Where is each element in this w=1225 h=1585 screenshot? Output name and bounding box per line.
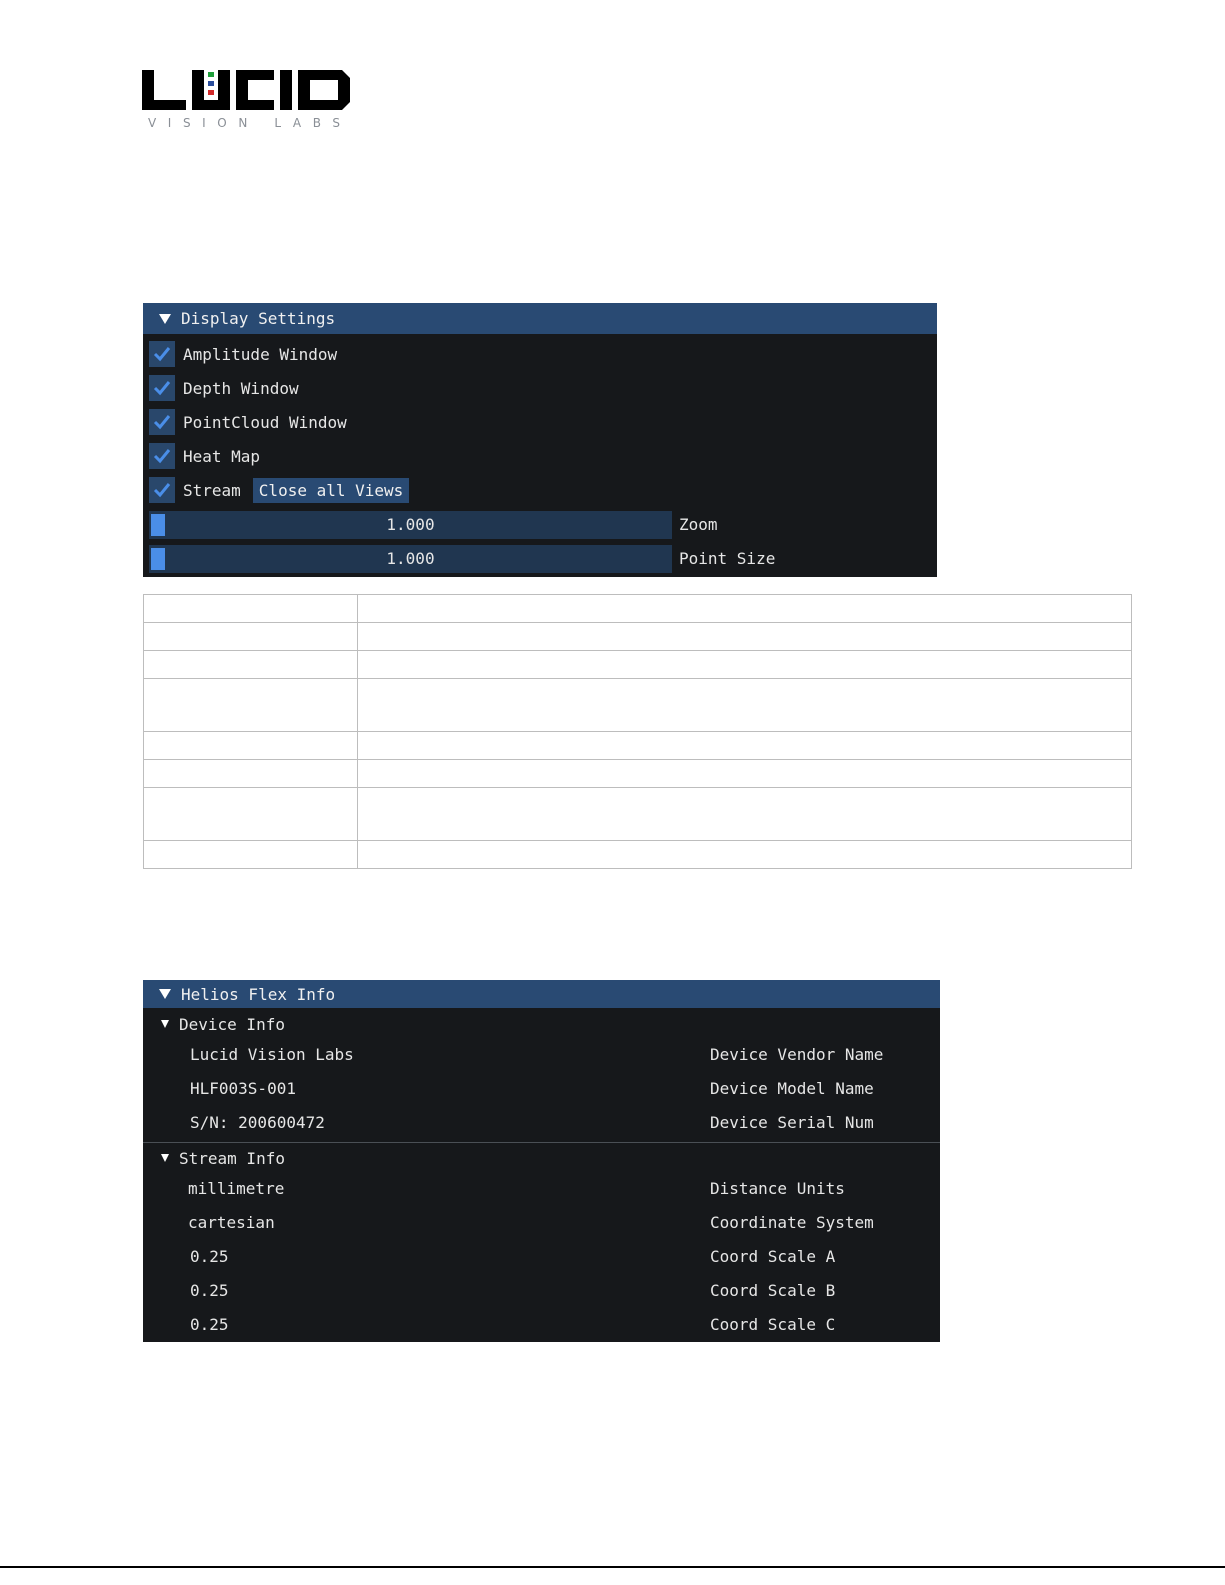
- table-cell-value: [357, 650, 1132, 679]
- amplitude-window-checkbox[interactable]: [149, 341, 175, 367]
- stream-info-title: Stream Info: [179, 1148, 285, 1168]
- table-cell-value: [357, 678, 1132, 732]
- table-cell-value: [357, 594, 1132, 623]
- point-size-slider[interactable]: 1.000: [149, 545, 672, 573]
- checkmark-icon: [153, 449, 171, 464]
- table-cell-key: [143, 840, 358, 869]
- heat-map-checkbox[interactable]: [149, 443, 175, 469]
- table-row: [143, 678, 1132, 732]
- coord-scale-b-value: 0.25: [190, 1280, 229, 1300]
- lucid-logo-mark: [142, 70, 350, 110]
- distance-units-value: millimetre: [188, 1178, 285, 1198]
- point-size-value: 1.000: [386, 549, 435, 568]
- table-row: [143, 759, 1132, 788]
- helios-flex-info-header[interactable]: Helios Flex Info: [143, 980, 940, 1008]
- table-cell-value: [357, 840, 1132, 869]
- coordinate-system-value: cartesian: [188, 1212, 275, 1232]
- info-row: 0.25 Coord Scale B: [143, 1273, 940, 1307]
- table-row: [143, 731, 1132, 760]
- stream-checkbox[interactable]: [149, 477, 175, 503]
- checkbox-label: Heat Map: [183, 446, 261, 466]
- collapse-triangle-icon: [159, 989, 171, 999]
- description-table: [143, 594, 1132, 869]
- table-cell-value: [357, 787, 1132, 841]
- zoom-label: Zoom: [679, 515, 718, 534]
- checkbox-label: PointCloud Window: [183, 412, 347, 432]
- depth-window-checkbox-row[interactable]: Depth Window: [143, 371, 937, 405]
- table-cell-key: [143, 594, 358, 623]
- pointcloud-window-checkbox[interactable]: [149, 409, 175, 435]
- close-all-views-button[interactable]: Close all Views: [252, 477, 410, 503]
- table-cell-key: [143, 678, 358, 732]
- table-cell-key: [143, 731, 358, 760]
- checkmark-icon: [153, 347, 171, 362]
- checkbox-label: Stream: [183, 480, 241, 500]
- coord-scale-c-value: 0.25: [190, 1314, 229, 1334]
- display-settings-panel: Display Settings Amplitude Window Depth …: [143, 303, 937, 577]
- table-row: [143, 787, 1132, 841]
- coord-scale-c-label: Coord Scale C: [710, 1314, 836, 1334]
- helios-flex-info-panel: Helios Flex Info Device Info Lucid Visio…: [143, 980, 940, 1342]
- device-info-tree-node[interactable]: Device Info: [143, 1007, 940, 1041]
- table-cell-key: [143, 622, 358, 651]
- table-row: [143, 650, 1132, 679]
- table-cell-key: [143, 787, 358, 841]
- checkbox-label: Depth Window: [183, 378, 299, 398]
- table-cell-value: [357, 759, 1132, 788]
- device-vendor-value: Lucid Vision Labs: [190, 1044, 354, 1064]
- point-size-label: Point Size: [679, 549, 776, 568]
- device-model-label: Device Model Name: [710, 1078, 874, 1098]
- stream-info-tree-node[interactable]: Stream Info: [143, 1141, 940, 1175]
- device-info-title: Device Info: [179, 1014, 285, 1034]
- info-row: S/N: 200600472 Device Serial Num: [143, 1105, 940, 1139]
- info-row: Lucid Vision Labs Device Vendor Name: [143, 1037, 940, 1071]
- device-vendor-label: Device Vendor Name: [710, 1044, 884, 1064]
- info-row: HLF003S-001 Device Model Name: [143, 1071, 940, 1105]
- page-footer-rule: [0, 1566, 1225, 1568]
- coord-scale-a-label: Coord Scale A: [710, 1246, 836, 1266]
- tree-expand-icon: [161, 1020, 169, 1028]
- info-row: millimetre Distance Units: [143, 1171, 940, 1205]
- display-settings-title: Display Settings: [181, 309, 336, 328]
- checkmark-icon: [153, 381, 171, 396]
- table-row: [143, 840, 1132, 869]
- depth-window-checkbox[interactable]: [149, 375, 175, 401]
- checkmark-icon: [153, 483, 171, 498]
- checkmark-icon: [153, 415, 171, 430]
- display-settings-header[interactable]: Display Settings: [143, 303, 937, 334]
- pointcloud-window-checkbox-row[interactable]: PointCloud Window: [143, 405, 937, 439]
- zoom-value: 1.000: [386, 515, 435, 534]
- info-row: 0.25 Coord Scale C: [143, 1307, 940, 1341]
- distance-units-label: Distance Units: [710, 1178, 845, 1198]
- helios-flex-info-title: Helios Flex Info: [181, 984, 336, 1004]
- collapse-triangle-icon: [159, 313, 171, 324]
- logo-subtitle: VISION LABS: [148, 116, 352, 130]
- table-cell-value: [357, 731, 1132, 760]
- device-model-value: HLF003S-001: [190, 1078, 296, 1098]
- tree-expand-icon: [161, 1154, 169, 1162]
- amplitude-window-checkbox-row[interactable]: Amplitude Window: [143, 337, 937, 371]
- device-serial-value: S/N: 200600472: [190, 1112, 325, 1132]
- coord-scale-a-value: 0.25: [190, 1246, 229, 1266]
- checkbox-label: Amplitude Window: [183, 344, 338, 364]
- table-cell-value: [357, 622, 1132, 651]
- device-serial-label: Device Serial Num: [710, 1112, 874, 1132]
- heat-map-checkbox-row[interactable]: Heat Map: [143, 439, 937, 473]
- company-logo: VISION LABS: [142, 66, 354, 132]
- info-row: 0.25 Coord Scale A: [143, 1239, 940, 1273]
- stream-checkbox-row[interactable]: Stream Close all Views: [143, 473, 937, 507]
- table-row: [143, 594, 1132, 623]
- info-row: cartesian Coordinate System: [143, 1205, 940, 1239]
- coordinate-system-label: Coordinate System: [710, 1212, 874, 1232]
- coord-scale-b-label: Coord Scale B: [710, 1280, 836, 1300]
- table-cell-key: [143, 650, 358, 679]
- table-cell-key: [143, 759, 358, 788]
- table-row: [143, 622, 1132, 651]
- zoom-slider[interactable]: 1.000: [149, 511, 672, 539]
